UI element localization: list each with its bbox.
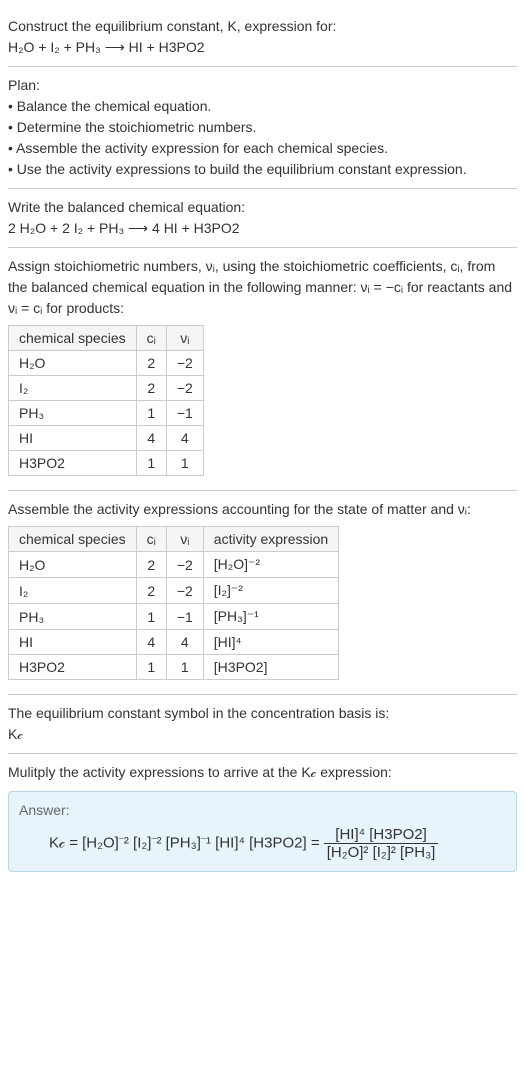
table-row: PH₃ 1 −1 <box>9 401 204 426</box>
balanced-heading: Write the balanced chemical equation: <box>8 197 517 218</box>
cell-vi: 4 <box>166 426 203 451</box>
cell-species: PH₃ <box>9 401 137 426</box>
cell-vi: −2 <box>166 376 203 401</box>
cell-ci: 2 <box>136 578 166 604</box>
cell-expr: [H3PO2] <box>203 655 338 680</box>
title-line: Construct the equilibrium constant, K, e… <box>8 16 517 37</box>
col-species: chemical species <box>9 527 137 552</box>
cell-species: I₂ <box>9 376 137 401</box>
table-row: H₂O 2 −2 [H₂O]⁻² <box>9 552 339 578</box>
cell-expr: [HI]⁴ <box>203 630 338 655</box>
stoich-table: chemical species cᵢ νᵢ H₂O 2 −2 I₂ 2 −2 … <box>8 325 204 476</box>
cell-species: HI <box>9 630 137 655</box>
cell-species: HI <box>9 426 137 451</box>
plan-item: Assemble the activity expression for eac… <box>8 138 517 159</box>
activity-table: chemical species cᵢ νᵢ activity expressi… <box>8 526 339 680</box>
kc-symbol-section: The equilibrium constant symbol in the c… <box>8 695 517 754</box>
stoich-heading: Assign stoichiometric numbers, νᵢ, using… <box>8 256 517 319</box>
plan-item: Balance the chemical equation. <box>8 96 517 117</box>
multiply-heading: Mulitply the activity expressions to arr… <box>8 762 517 783</box>
table-header-row: chemical species cᵢ νᵢ activity expressi… <box>9 527 339 552</box>
cell-vi: −2 <box>166 552 203 578</box>
col-vi: νᵢ <box>166 326 203 351</box>
fraction-numerator: [HI]⁴ [H3PO2] <box>324 826 439 844</box>
cell-ci: 2 <box>136 376 166 401</box>
table-row: I₂ 2 −2 <box>9 376 204 401</box>
balanced-equation: 2 H₂O + 2 I₂ + PH₃ ⟶ 4 HI + H3PO2 <box>8 218 517 239</box>
cell-ci: 4 <box>136 426 166 451</box>
col-species: chemical species <box>9 326 137 351</box>
cell-expr: [H₂O]⁻² <box>203 552 338 578</box>
table-row: H3PO2 1 1 <box>9 451 204 476</box>
fraction-denominator: [H₂O]² [I₂]² [PH₃] <box>324 844 439 861</box>
cell-species: H₂O <box>9 351 137 376</box>
cell-species: H3PO2 <box>9 655 137 680</box>
answer-box: Answer: K𝒸 = [H₂O]⁻² [I₂]⁻² [PH₃]⁻¹ [HI]… <box>8 791 517 872</box>
cell-vi: 4 <box>166 630 203 655</box>
cell-ci: 2 <box>136 552 166 578</box>
cell-expr: [PH₃]⁻¹ <box>203 604 338 630</box>
cell-ci: 1 <box>136 604 166 630</box>
cell-vi: −2 <box>166 578 203 604</box>
cell-species: PH₃ <box>9 604 137 630</box>
cell-ci: 2 <box>136 351 166 376</box>
plan-list: Balance the chemical equation. Determine… <box>8 96 517 180</box>
col-vi: νᵢ <box>166 527 203 552</box>
table-row: HI 4 4 <box>9 426 204 451</box>
cell-vi: −1 <box>166 401 203 426</box>
cell-ci: 1 <box>136 401 166 426</box>
cell-species: H3PO2 <box>9 451 137 476</box>
plan-heading: Plan: <box>8 75 517 96</box>
unbalanced-equation: H₂O + I₂ + PH₃ ⟶ HI + H3PO2 <box>8 37 517 58</box>
answer-lhs: K𝒸 = [H₂O]⁻² [I₂]⁻² [PH₃]⁻¹ [HI]⁴ [H3PO2… <box>49 834 324 851</box>
table-row: I₂ 2 −2 [I₂]⁻² <box>9 578 339 604</box>
plan-item: Determine the stoichiometric numbers. <box>8 117 517 138</box>
cell-vi: −2 <box>166 351 203 376</box>
answer-formula: K𝒸 = [H₂O]⁻² [I₂]⁻² [PH₃]⁻¹ [HI]⁴ [H3PO2… <box>19 826 506 861</box>
cell-species: H₂O <box>9 552 137 578</box>
activity-heading: Assemble the activity expressions accoun… <box>8 499 517 520</box>
title-text: Construct the equilibrium constant, K, e… <box>8 18 336 34</box>
table-row: PH₃ 1 −1 [PH₃]⁻¹ <box>9 604 339 630</box>
table-row: H₂O 2 −2 <box>9 351 204 376</box>
answer-fraction: [HI]⁴ [H3PO2] [H₂O]² [I₂]² [PH₃] <box>324 826 439 861</box>
cell-ci: 1 <box>136 451 166 476</box>
col-ci: cᵢ <box>136 527 166 552</box>
cell-expr: [I₂]⁻² <box>203 578 338 604</box>
cell-ci: 1 <box>136 655 166 680</box>
kc-symbol: K𝒸 <box>8 724 517 745</box>
answer-label: Answer: <box>19 802 506 818</box>
table-row: H3PO2 1 1 [H3PO2] <box>9 655 339 680</box>
cell-ci: 4 <box>136 630 166 655</box>
cell-species: I₂ <box>9 578 137 604</box>
plan-section: Plan: Balance the chemical equation. Det… <box>8 67 517 189</box>
stoich-section: Assign stoichiometric numbers, νᵢ, using… <box>8 248 517 491</box>
balanced-section: Write the balanced chemical equation: 2 … <box>8 189 517 248</box>
col-expr: activity expression <box>203 527 338 552</box>
cell-vi: 1 <box>166 451 203 476</box>
cell-vi: −1 <box>166 604 203 630</box>
header-section: Construct the equilibrium constant, K, e… <box>8 8 517 67</box>
multiply-section: Mulitply the activity expressions to arr… <box>8 754 517 880</box>
kc-symbol-heading: The equilibrium constant symbol in the c… <box>8 703 517 724</box>
cell-vi: 1 <box>166 655 203 680</box>
col-ci: cᵢ <box>136 326 166 351</box>
table-header-row: chemical species cᵢ νᵢ <box>9 326 204 351</box>
plan-item: Use the activity expressions to build th… <box>8 159 517 180</box>
activity-section: Assemble the activity expressions accoun… <box>8 491 517 695</box>
table-row: HI 4 4 [HI]⁴ <box>9 630 339 655</box>
